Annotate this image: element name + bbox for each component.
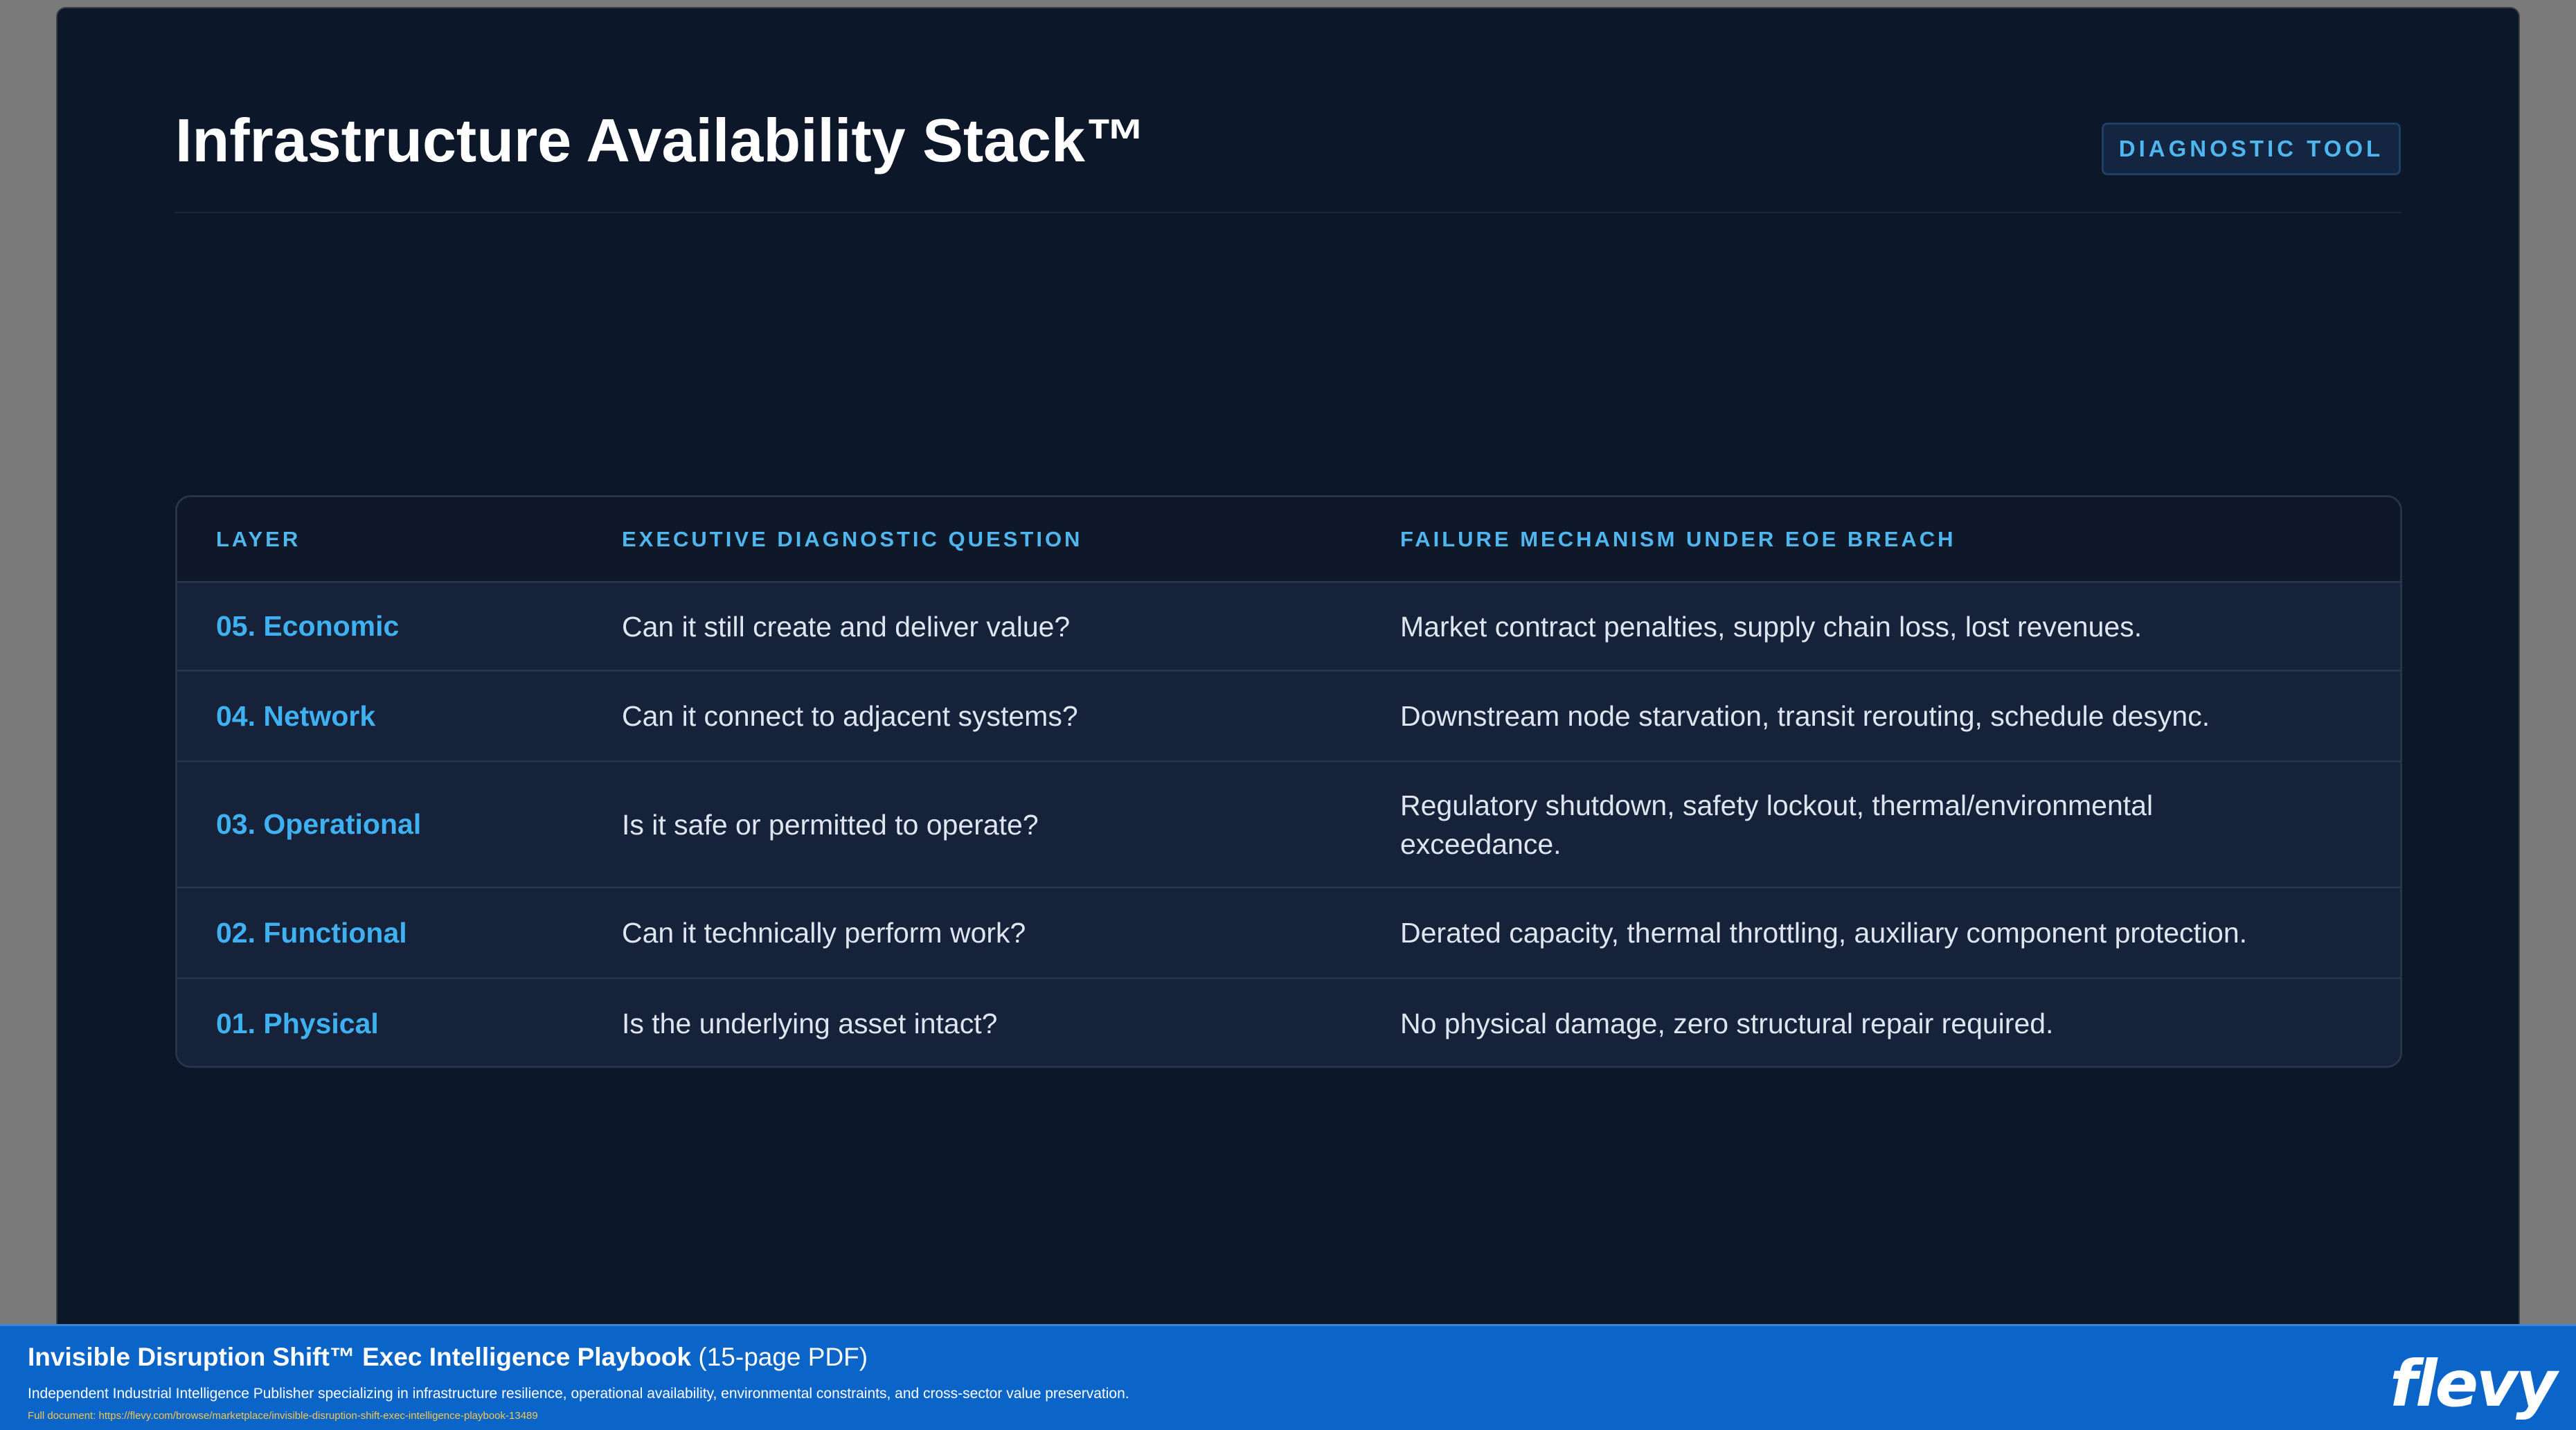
- diagnostic-question: Can it technically perform work?: [622, 917, 1026, 949]
- table-header: LAYER EXECUTIVE DIAGNOSTIC QUESTION FAIL…: [177, 497, 2400, 583]
- footer-document-title: Invisible Disruption Shift™ Exec Intelli…: [28, 1343, 692, 1371]
- availability-stack-table: LAYER EXECUTIVE DIAGNOSTIC QUESTION FAIL…: [175, 495, 2402, 1068]
- slide-title: Infrastructure Availability Stack™: [175, 106, 1146, 175]
- failure-mechanism: Market contract penalties, supply chain …: [1400, 610, 2143, 643]
- failure-mechanism: Derated capacity, thermal throttling, au…: [1400, 917, 2248, 949]
- diagnostic-question: Can it connect to adjacent systems?: [622, 700, 1078, 732]
- footer-document-link[interactable]: Full document: https://flevy.com/browse/…: [28, 1410, 538, 1422]
- title-divider: [175, 212, 2401, 213]
- header-layer: LAYER: [216, 526, 301, 551]
- layer-name: 01. Physical: [216, 1007, 379, 1039]
- footer-page-count: (15-page PDF): [698, 1343, 868, 1371]
- table-row: 05. Economic Can it still create and del…: [177, 583, 2400, 672]
- table-row: 04. Network Can it connect to adjacent s…: [177, 672, 2400, 762]
- diagnostic-question: Can it still create and deliver value?: [622, 610, 1071, 643]
- layer-name: 05. Economic: [216, 610, 400, 642]
- table-row: 03. Operational Is it safe or permitted …: [177, 762, 2400, 888]
- footer-description: Independent Industrial Intelligence Publ…: [28, 1386, 1129, 1402]
- flevy-logo[interactable]: flevy: [2390, 1347, 2557, 1421]
- failure-mechanism: No physical damage, zero structural repa…: [1400, 1008, 2054, 1039]
- layer-name: 04. Network: [216, 699, 376, 732]
- diagnostic-tool-badge: DIAGNOSTIC TOOL: [2102, 123, 2401, 175]
- document-footer-banner: Invisible Disruption Shift™ Exec Intelli…: [0, 1324, 2576, 1430]
- header-question: EXECUTIVE DIAGNOSTIC QUESTION: [622, 526, 1083, 551]
- diagnostic-question: Is the underlying asset intact?: [622, 1008, 998, 1039]
- failure-mechanism: Downstream node starvation, transit rero…: [1400, 700, 2210, 732]
- header-failure: FAILURE MECHANISM UNDER EOE BREACH: [1400, 526, 1956, 551]
- table-row: 02. Functional Can it technically perfor…: [177, 888, 2400, 979]
- footer-title-line: Invisible Disruption Shift™ Exec Intelli…: [28, 1343, 868, 1372]
- slide: Infrastructure Availability Stack™ DIAGN…: [56, 7, 2520, 1326]
- layer-name: 02. Functional: [216, 916, 407, 949]
- failure-mechanism: Regulatory shutdown, safety lockout, the…: [1400, 789, 2154, 860]
- table-row: 01. Physical Is the underlying asset int…: [177, 979, 2400, 1066]
- diagnostic-question: Is it safe or permitted to operate?: [622, 808, 1039, 841]
- layer-name: 03. Operational: [216, 808, 422, 840]
